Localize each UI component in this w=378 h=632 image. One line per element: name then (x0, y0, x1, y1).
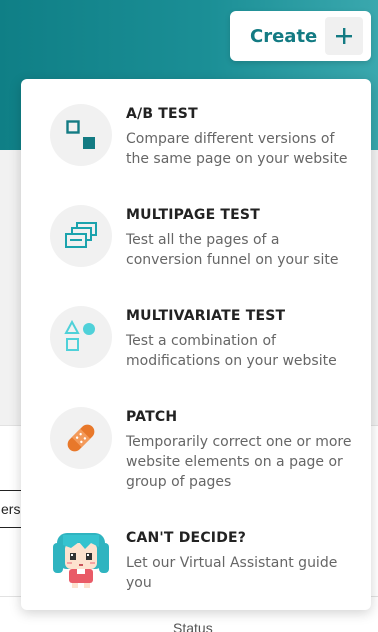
multipage-icon (50, 205, 112, 267)
menu-item-multipage-test[interactable]: MULTIPAGE TEST Test all the pages of a c… (21, 180, 371, 280)
create-button[interactable]: Create (230, 11, 371, 61)
menu-item-multivariate-test[interactable]: MULTIVARIATE TEST Test a combination of … (21, 281, 371, 381)
menu-item-cant-decide[interactable]: CAN'T DECIDE? Let our Virtual Assistant … (21, 503, 371, 603)
status-column-header: Status (173, 620, 213, 632)
ab-test-icon (50, 104, 112, 166)
menu-item-description: Temporarily correct one or more website … (126, 434, 352, 490)
menu-item-patch[interactable]: PATCH Temporarily correct one or more we… (21, 382, 371, 490)
menu-item-description: Test all the pages of a conversion funne… (126, 232, 339, 268)
menu-item-title: CAN'T DECIDE? (126, 530, 247, 546)
menu-item-description: Compare different versions of the same p… (126, 131, 348, 167)
create-button-label: Create (250, 25, 318, 47)
menu-item-title: PATCH (126, 409, 178, 425)
multivariate-icon (50, 306, 112, 368)
menu-item-description: Test a combination of modifications on y… (126, 333, 337, 369)
assistant-avatar (51, 523, 111, 589)
menu-item-title: A/B TEST (126, 106, 198, 122)
menu-item-title: MULTIVARIATE TEST (126, 308, 286, 324)
menu-item-title: MULTIPAGE TEST (126, 207, 260, 223)
create-menu: A/B TEST Compare different versions of t… (21, 79, 371, 610)
menu-item-description: Let our Virtual Assistant guide you (126, 555, 338, 591)
plus-icon[interactable] (325, 17, 363, 55)
menu-item-ab-test[interactable]: A/B TEST Compare different versions of t… (21, 79, 371, 179)
bandage-icon (50, 407, 112, 469)
